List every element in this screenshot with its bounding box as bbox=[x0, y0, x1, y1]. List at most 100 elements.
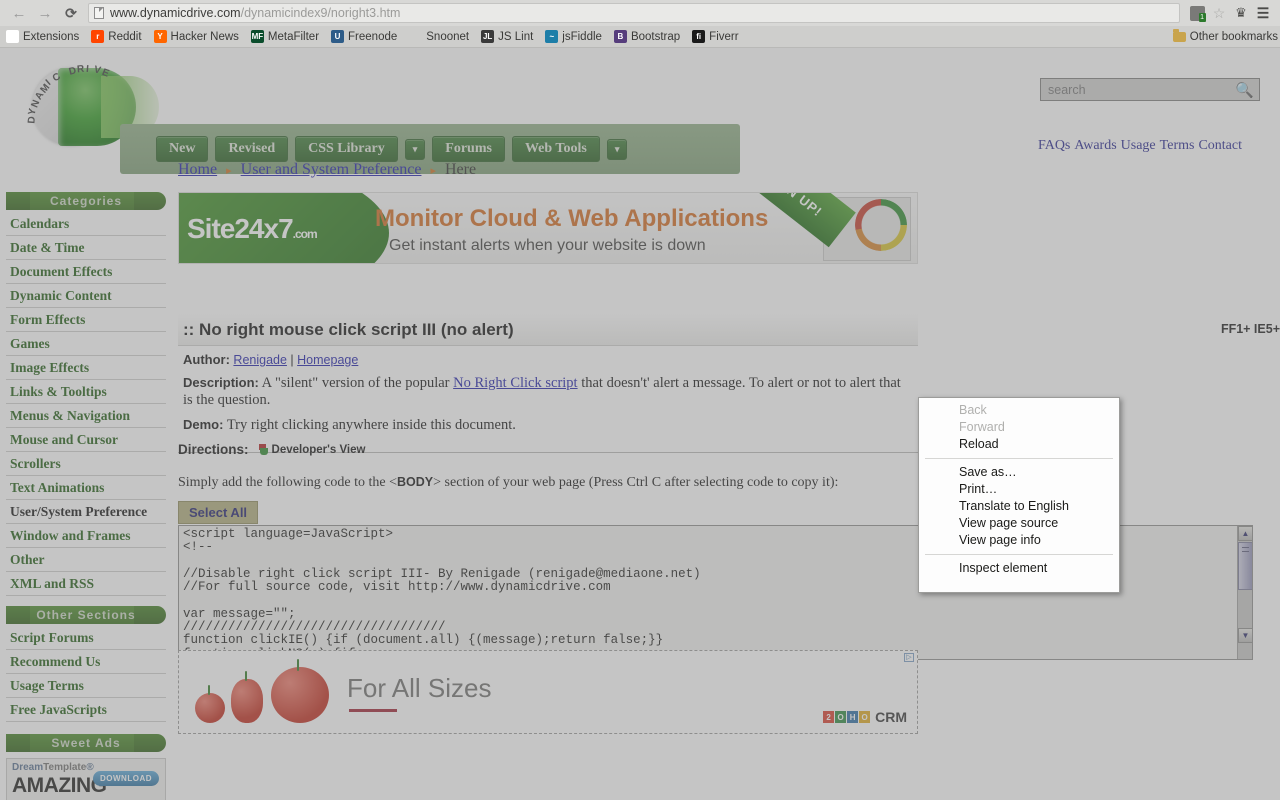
bookmark-reddit[interactable]: r Reddit bbox=[91, 30, 142, 43]
sidebar-ad-dreamtemplate[interactable]: DreamTemplate® AMAZING DOWNLOAD bbox=[6, 758, 166, 800]
other-bookmarks-folder[interactable]: Other bookmarks bbox=[1172, 26, 1280, 47]
author-link[interactable]: Renigade bbox=[233, 353, 287, 367]
no-right-click-script-link[interactable]: No Right Click script bbox=[453, 375, 577, 391]
select-all-button[interactable]: Select All bbox=[178, 501, 259, 524]
sidebar-item-games[interactable]: Games bbox=[6, 332, 166, 356]
context-menu-item-save-as[interactable]: Save as… bbox=[919, 464, 1119, 481]
sidebar-heading-sweet-ads: Sweet Ads bbox=[6, 734, 166, 752]
article-author-row: Author: Renigade | Homepage bbox=[178, 346, 918, 371]
developers-view-link[interactable]: Developer's View bbox=[272, 444, 366, 456]
sidebar-item-scrollers[interactable]: Scrollers bbox=[6, 452, 166, 476]
bookmark-jsfiddle[interactable]: ~ jsFiddle bbox=[545, 30, 602, 43]
sidebar-item-usage-terms[interactable]: Usage Terms bbox=[6, 674, 166, 698]
article-card: :: No right mouse click script III (no a… bbox=[178, 314, 1280, 453]
bookmark-fiverr[interactable]: fi Fiverr bbox=[692, 30, 739, 43]
sidebar-item-user-system-preference[interactable]: User/System Preference bbox=[6, 500, 166, 524]
folder-icon bbox=[1172, 29, 1186, 42]
sidebar-item-date-time[interactable]: Date & Time bbox=[6, 236, 166, 260]
scroll-down-button[interactable]: ▼ bbox=[1238, 628, 1252, 643]
crown-extension-icon[interactable]: ♛ bbox=[1230, 2, 1252, 24]
context-menu-item-view-page-source[interactable]: View page source bbox=[919, 515, 1119, 532]
breadcrumb-home[interactable]: Home bbox=[178, 161, 217, 178]
sidebar-item-text-animations[interactable]: Text Animations bbox=[6, 476, 166, 500]
zoho-crm-logo: 2 O H O CRM bbox=[823, 709, 907, 725]
search-magnifier-icon[interactable]: 🔍 bbox=[1235, 81, 1254, 99]
site-nav-dropdown-arrow-icon[interactable]: ▾ bbox=[606, 138, 628, 160]
page-document-icon bbox=[94, 7, 104, 19]
tomato-leaf-icon bbox=[208, 685, 210, 695]
bookmark-bootstrap[interactable]: B Bootstrap bbox=[613, 30, 681, 43]
breadcrumb-category[interactable]: User and System Preference bbox=[241, 161, 422, 178]
site-nav-forums[interactable]: Forums bbox=[432, 136, 505, 162]
bookmark-hacker-news[interactable]: Y Hacker News bbox=[153, 30, 239, 43]
top-link-faqs[interactable]: FAQs bbox=[1038, 138, 1070, 153]
sidebar-item-other[interactable]: Other bbox=[6, 548, 166, 572]
tomato-medium-graphic bbox=[231, 679, 263, 723]
sidebar-item-dynamic-content[interactable]: Dynamic Content bbox=[6, 284, 166, 308]
context-menu-item-view-page-info[interactable]: View page info bbox=[919, 532, 1119, 549]
back-button[interactable]: ← bbox=[6, 2, 32, 24]
sidebar-item-image-effects[interactable]: Image Effects bbox=[6, 356, 166, 380]
context-menu-item-reload[interactable]: Reload bbox=[919, 436, 1119, 453]
metafilter-icon: MF bbox=[250, 30, 264, 43]
sidebar-item-form-effects[interactable]: Form Effects bbox=[6, 308, 166, 332]
top-link-contact[interactable]: Contact bbox=[1198, 138, 1242, 153]
site24x7-banner-ad[interactable]: Site24x7.com Monitor Cloud & Web Applica… bbox=[178, 192, 918, 264]
ad-download-button[interactable]: DOWNLOAD bbox=[93, 771, 159, 786]
adchoices-icon[interactable]: ▷ bbox=[904, 653, 914, 662]
forward-button[interactable]: → bbox=[32, 2, 58, 24]
site-nav-new[interactable]: New bbox=[156, 136, 209, 162]
bottom-banner-ad[interactable]: For All Sizes 2 O H O CRM ▷ bbox=[178, 650, 918, 734]
code-scrollbar[interactable]: ▲ ▼ bbox=[1237, 526, 1252, 659]
context-menu-item-print[interactable]: Print… bbox=[919, 481, 1119, 498]
scrollbar-resize-corner[interactable] bbox=[1238, 644, 1252, 659]
author-homepage-link[interactable]: Homepage bbox=[297, 353, 358, 367]
other-bookmarks-label: Other bookmarks bbox=[1189, 31, 1278, 43]
bookmark-js-lint[interactable]: JL JS Lint bbox=[481, 30, 533, 43]
context-menu[interactable]: Back Forward Reload Save as… Print… Translate… bbox=[918, 397, 1120, 593]
hamburger-menu-icon[interactable]: ☰ bbox=[1252, 2, 1274, 24]
top-link-awards[interactable]: Awards bbox=[1074, 138, 1116, 153]
article-description-row: Description: A "silent" version of the p… bbox=[178, 371, 918, 413]
site-nav-css-library[interactable]: CSS Library bbox=[295, 136, 398, 162]
reload-button[interactable]: ⟳ bbox=[58, 2, 84, 24]
extension-badge-icon[interactable] bbox=[1186, 2, 1208, 24]
logo-letter: C bbox=[51, 70, 64, 85]
search-box[interactable]: 🔍 bbox=[1040, 78, 1260, 101]
bookmark-label: Snoonet bbox=[426, 30, 470, 43]
top-link-usage[interactable]: Usage bbox=[1121, 138, 1156, 153]
sidebar-item-window-and-frames[interactable]: Window and Frames bbox=[6, 524, 166, 548]
sidebar-item-document-effects[interactable]: Document Effects bbox=[6, 260, 166, 284]
main-content: Site24x7.com Monitor Cloud & Web Applica… bbox=[178, 192, 1280, 734]
sidebar-item-menus-navigation[interactable]: Menus & Navigation bbox=[6, 404, 166, 428]
sidebar-heading-other-sections: Other Sections bbox=[6, 606, 166, 624]
bookmark-metafilter[interactable]: MF MetaFilter bbox=[250, 30, 319, 43]
context-menu-item-translate-to-english[interactable]: Translate to English bbox=[919, 498, 1119, 515]
bookmark-star-icon[interactable]: ☆ bbox=[1208, 2, 1230, 24]
bookmarks-bar: Extensions r Reddit Y Hacker News MF MetaFilte… bbox=[0, 26, 1280, 48]
context-menu-item-inspect-element[interactable]: Inspect element bbox=[919, 560, 1119, 577]
site-nav-revised[interactable]: Revised bbox=[215, 136, 289, 162]
sidebar-item-xml-and-rss[interactable]: XML and RSS bbox=[6, 572, 166, 596]
sidebar-item-recommend-us[interactable]: Recommend Us bbox=[6, 650, 166, 674]
top-link-terms[interactable]: Terms bbox=[1160, 138, 1195, 153]
sidebar-item-free-javascripts[interactable]: Free JavaScripts bbox=[6, 698, 166, 722]
site-nav-web-tools[interactable]: Web Tools bbox=[511, 136, 600, 162]
bookmark-label: Bootstrap bbox=[630, 30, 681, 43]
scroll-up-button[interactable]: ▲ bbox=[1238, 526, 1252, 541]
site-nav-dropdown-arrow-icon[interactable]: ▾ bbox=[404, 138, 426, 160]
bookmark-snoonet[interactable]: Snoonet bbox=[409, 30, 469, 43]
breadcrumb-separator-icon: ▸ bbox=[430, 165, 436, 177]
sidebar-item-script-forums[interactable]: Script Forums bbox=[6, 626, 166, 650]
sidebar-item-links-tooltips[interactable]: Links & Tooltips bbox=[6, 380, 166, 404]
logo-letter: R bbox=[76, 63, 86, 76]
sidebar-item-calendars[interactable]: Calendars bbox=[6, 212, 166, 236]
bookmark-extensions[interactable]: Extensions bbox=[6, 30, 79, 43]
sidebar-item-mouse-and-cursor[interactable]: Mouse and Cursor bbox=[6, 428, 166, 452]
tomato-leaf-icon bbox=[297, 659, 299, 671]
address-bar[interactable]: www.dynamicdrive.com/dynamicindex9/norig… bbox=[88, 3, 1180, 23]
logo-letter: D bbox=[26, 115, 39, 125]
bookmark-freenode[interactable]: U Freenode bbox=[331, 30, 397, 43]
search-input[interactable] bbox=[1046, 81, 1236, 98]
instruction-part1: Simply add the following code to the < bbox=[178, 475, 398, 490]
